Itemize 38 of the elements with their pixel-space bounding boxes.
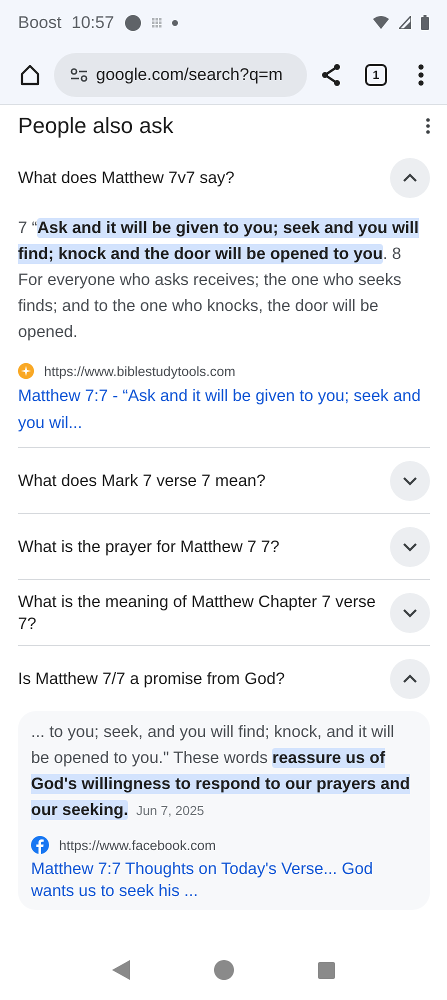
site-settings-icon[interactable] bbox=[70, 68, 88, 82]
house-icon[interactable] bbox=[18, 62, 42, 86]
question-text[interactable]: What does Mark 7 verse 7 mean? bbox=[18, 470, 380, 492]
question-text[interactable]: Is Matthew 7/7 a promise from God? bbox=[18, 668, 380, 690]
address-bar[interactable]: google.com/search?q=m bbox=[54, 52, 307, 96]
back-icon[interactable] bbox=[112, 960, 130, 980]
source-url: https://www.facebook.com bbox=[59, 838, 216, 852]
chevron-down-icon[interactable] bbox=[402, 476, 418, 486]
question-text[interactable]: What is the prayer for Matthew 7 7? bbox=[18, 536, 380, 558]
result-link[interactable]: Matthew 7:7 Thoughts on Today's Verse... God wants us to seek his ... bbox=[31, 858, 417, 902]
question-text[interactable]: What does Matthew 7v7 say? bbox=[18, 167, 380, 189]
chevron-down-icon[interactable] bbox=[402, 542, 418, 552]
carrier-name: Boost bbox=[18, 12, 62, 32]
chevron-up-icon[interactable] bbox=[402, 674, 418, 684]
source-url: https://www.biblestudytools.com bbox=[44, 364, 236, 378]
starburst-icon bbox=[18, 363, 34, 379]
result-link[interactable]: Matthew 7:7 - “Ask and it will be given to you; seek and you wil... bbox=[18, 383, 430, 437]
chevron-down-icon[interactable] bbox=[402, 608, 418, 618]
chevron-up-icon[interactable] bbox=[402, 173, 418, 183]
recents-icon[interactable] bbox=[318, 962, 335, 978]
section-title: People also ask bbox=[18, 113, 174, 139]
share-icon[interactable] bbox=[319, 62, 343, 86]
notification-dot-icon bbox=[124, 14, 142, 32]
grid-icon bbox=[152, 18, 162, 28]
home-icon[interactable] bbox=[214, 960, 234, 980]
answer-text: 7 “Ask and it will be given to you; seek and you will find; knock and the door will be opened to you. 8 For everyone who asks receives; the one who seeks finds; and to the one who knocks, the door will be opened. bbox=[18, 217, 420, 343]
signal-icon bbox=[399, 16, 411, 29]
more-options-icon[interactable] bbox=[418, 64, 424, 86]
clock: 10:57 bbox=[71, 12, 114, 32]
answer-text: ... to you; seek, and you will find; knock, and it will be opened to you." These words reassure us of God's willingness to respond to our prayers and our seeking. Jun 7, 2025 bbox=[31, 722, 411, 822]
url-text[interactable]: google.com/search?q=m bbox=[96, 64, 283, 84]
more-options-icon[interactable] bbox=[426, 118, 430, 134]
question-text[interactable]: What is the meaning of Matthew Chapter 7 verse 7? bbox=[18, 590, 380, 634]
facebook-icon bbox=[31, 836, 49, 854]
tab-switcher-button[interactable]: 1 bbox=[365, 64, 387, 86]
wifi-icon bbox=[373, 16, 389, 29]
battery-icon bbox=[421, 15, 429, 30]
dot-icon bbox=[172, 20, 178, 26]
